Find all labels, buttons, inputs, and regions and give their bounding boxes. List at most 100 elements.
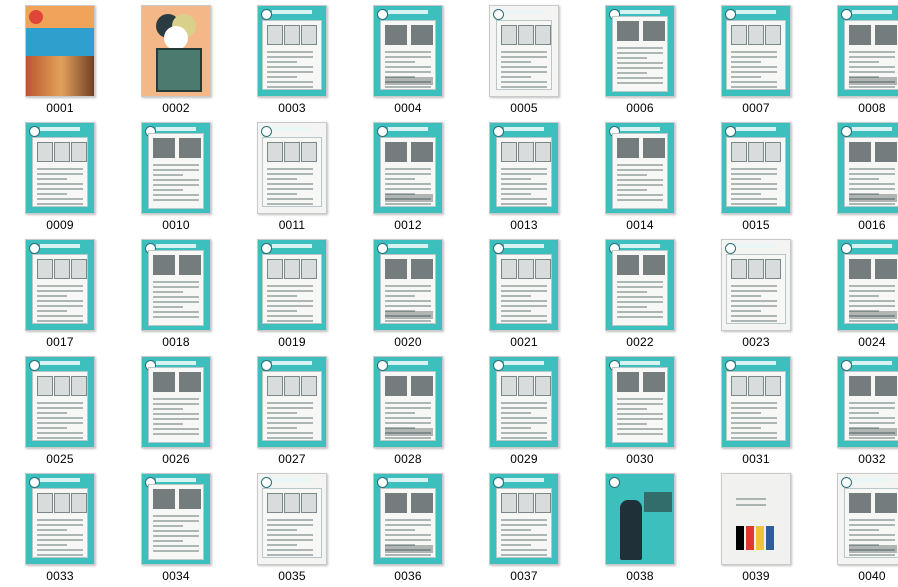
thumbnail-tile[interactable]: 0007: [698, 2, 814, 119]
table-block: [385, 194, 433, 202]
text-line: [267, 51, 313, 53]
thumbnail-tile[interactable]: 0020: [350, 236, 466, 353]
page-thumbnail-image[interactable]: [489, 122, 559, 214]
thumbnail-tile[interactable]: 0038: [582, 470, 698, 587]
thumbnail-tile[interactable]: 0032: [814, 353, 898, 470]
page-thumbnail-image[interactable]: [257, 239, 327, 331]
page-thumbnail-image[interactable]: [721, 473, 791, 565]
page-thumbnail-image[interactable]: [837, 239, 898, 331]
thumbnail-tile[interactable]: 0036: [350, 470, 466, 587]
page-thumbnail-image[interactable]: [605, 122, 675, 214]
thumbnail-tile[interactable]: 0027: [234, 353, 350, 470]
text-line: [731, 188, 777, 190]
page-thumbnail-image[interactable]: [489, 5, 559, 97]
thumbnail-tile[interactable]: 0011: [234, 119, 350, 236]
page-thumbnail-image[interactable]: [489, 356, 559, 448]
thumbnail-tile[interactable]: 0003: [234, 2, 350, 119]
thumbnail-tile[interactable]: 0040: [814, 470, 898, 587]
thumbnail-tile[interactable]: 0015: [698, 119, 814, 236]
thumbnail-tile[interactable]: 0037: [466, 470, 582, 587]
text-line: [267, 529, 297, 531]
thumbnail-tile[interactable]: 0025: [2, 353, 118, 470]
thumbnail-tile[interactable]: 0033: [2, 470, 118, 587]
page-thumbnail-image[interactable]: [373, 356, 443, 448]
page-thumbnail-image[interactable]: [373, 239, 443, 331]
page-thumbnail-image[interactable]: [837, 122, 898, 214]
page-header-band: [156, 478, 196, 482]
thumbnail-tile[interactable]: 0006: [582, 2, 698, 119]
page-thumbnail-image[interactable]: [605, 239, 675, 331]
thumbnail-tile[interactable]: 0039: [698, 470, 814, 587]
appliance-image: [748, 376, 764, 396]
appliance-image: [518, 25, 534, 45]
page-thumbnail-image[interactable]: [837, 5, 898, 97]
page-thumbnail-image[interactable]: [25, 473, 95, 565]
thumbnail-tile[interactable]: 0030: [582, 353, 698, 470]
page-thumbnail-image[interactable]: [721, 356, 791, 448]
thumbnail-tile[interactable]: 0028: [350, 353, 466, 470]
thumbnail-tile[interactable]: 0004: [350, 2, 466, 119]
thumbnail-tile[interactable]: 0029: [466, 353, 582, 470]
ge-logo-icon: [377, 360, 388, 371]
page-content-card: [262, 488, 322, 558]
thumbnail-tile[interactable]: 0034: [118, 470, 234, 587]
page-thumbnail-image[interactable]: [489, 239, 559, 331]
thumbnail-tile[interactable]: 0001: [2, 2, 118, 119]
text-line: [731, 56, 777, 58]
page-thumbnail-image[interactable]: [141, 239, 211, 331]
page-thumbnail-image[interactable]: [605, 356, 675, 448]
thumbnail-tile[interactable]: 0026: [118, 353, 234, 470]
appliance-image: [501, 25, 517, 45]
page-header-band: [504, 127, 544, 131]
thumbnail-tile[interactable]: 0014: [582, 119, 698, 236]
page-thumbnail-image[interactable]: [605, 5, 675, 97]
page-thumbnail-image[interactable]: [721, 122, 791, 214]
page-thumbnail-image[interactable]: [141, 122, 211, 214]
appliance-image: [284, 493, 300, 513]
page-thumbnail-image[interactable]: [373, 122, 443, 214]
thumbnail-tile[interactable]: 0017: [2, 236, 118, 353]
text-line: [731, 285, 777, 287]
thumbnail-tile[interactable]: 0016: [814, 119, 898, 236]
page-thumbnail-image[interactable]: [837, 356, 898, 448]
page-thumbnail-image[interactable]: [837, 473, 898, 565]
thumbnail-tile[interactable]: 0012: [350, 119, 466, 236]
text-line: [37, 178, 67, 180]
thumbnail-tile[interactable]: 0021: [466, 236, 582, 353]
thumbnail-tile[interactable]: 0013: [466, 119, 582, 236]
page-thumbnail-image[interactable]: [141, 356, 211, 448]
page-thumbnail-image[interactable]: [373, 5, 443, 97]
page-thumbnail-image[interactable]: [721, 5, 791, 97]
page-thumbnail-image[interactable]: [605, 473, 675, 565]
thumbnail-tile[interactable]: 0002: [118, 2, 234, 119]
page-thumbnail-image[interactable]: [25, 5, 95, 97]
page-thumbnail-image[interactable]: [25, 239, 95, 331]
text-line: [617, 189, 647, 191]
page-thumbnail-image[interactable]: [489, 473, 559, 565]
page-thumbnail-image[interactable]: [721, 239, 791, 331]
thumbnail-tile[interactable]: 0022: [582, 236, 698, 353]
page-thumbnail-image[interactable]: [141, 5, 211, 97]
thumbnail-tile[interactable]: 0024: [814, 236, 898, 353]
appliance-image: [54, 259, 70, 279]
page-thumbnail-image[interactable]: [141, 473, 211, 565]
thumbnail-tile[interactable]: 0010: [118, 119, 234, 236]
page-thumbnail-image[interactable]: [257, 356, 327, 448]
thumbnail-tile[interactable]: 0008: [814, 2, 898, 119]
page-thumbnail-image[interactable]: [257, 122, 327, 214]
thumbnail-tile[interactable]: 0023: [698, 236, 814, 353]
thumbnail-tile[interactable]: 0005: [466, 2, 582, 119]
thumbnail-tile[interactable]: 0018: [118, 236, 234, 353]
thumbnail-tile[interactable]: 0035: [234, 470, 350, 587]
thumbnail-tile[interactable]: 0031: [698, 353, 814, 470]
page-thumbnail-image[interactable]: [373, 473, 443, 565]
thumbnail-grid: 0001 0002 0003 0004 0005 0006 0007 0008 0009 0010…: [0, 0, 898, 583]
text-line: [731, 310, 761, 312]
page-thumbnail-image[interactable]: [25, 356, 95, 448]
photo-block: [385, 142, 407, 162]
thumbnail-tile[interactable]: 0019: [234, 236, 350, 353]
thumbnail-tile[interactable]: 0009: [2, 119, 118, 236]
page-thumbnail-image[interactable]: [25, 122, 95, 214]
page-thumbnail-image[interactable]: [257, 5, 327, 97]
page-thumbnail-image[interactable]: [257, 473, 327, 565]
